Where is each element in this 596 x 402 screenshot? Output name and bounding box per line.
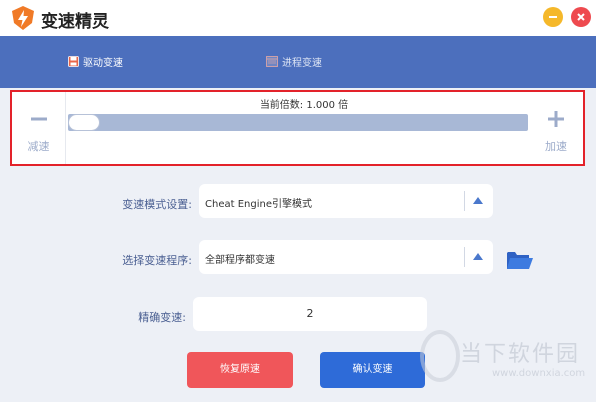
mode-select-divider — [464, 191, 465, 211]
triangle-up-icon[interactable] — [473, 253, 483, 260]
window-icon — [266, 56, 278, 67]
app-title: 变速精灵 — [41, 12, 109, 32]
decrease-label: 减速 — [27, 140, 50, 153]
mode-select-value: Cheat Engine引擎模式 — [205, 199, 312, 210]
nav-bar: 驱动变速 进程变速 — [0, 36, 596, 88]
minus-icon — [549, 16, 557, 18]
program-select[interactable]: 全部程序都变速 — [199, 240, 493, 274]
mode-label: 变速模式设置: — [122, 198, 192, 211]
tab-drive-speed[interactable]: 驱动变速 — [68, 54, 123, 69]
close-button[interactable] — [571, 7, 591, 27]
disk-icon — [68, 56, 79, 67]
program-select-divider — [464, 247, 465, 267]
lightning-shield-icon — [12, 6, 34, 30]
speed-panel: 减速 当前倍数: 1.000 倍 加速 — [10, 90, 585, 166]
watermark-title: 当下软件园 — [460, 342, 581, 367]
title-bar: 变速精灵 — [0, 0, 596, 36]
watermark-url: www.downxia.com — [492, 368, 586, 379]
tab-process-speed[interactable]: 进程变速 — [266, 54, 322, 69]
tab-process-label: 进程变速 — [282, 58, 322, 69]
tab-drive-label: 驱动变速 — [83, 58, 123, 69]
speed-slider-thumb[interactable] — [68, 114, 100, 131]
confirm-speed-button[interactable]: 确认变速 — [320, 352, 425, 388]
watermark-logo — [420, 330, 460, 382]
precise-label: 精确变速: — [138, 311, 186, 324]
increase-label: 加速 — [545, 140, 567, 153]
multiplier-readout: 当前倍数: 1.000 倍 — [259, 100, 349, 111]
restore-speed-button[interactable]: 恢复原速 — [187, 352, 293, 388]
watermark: 当下软件园 www.downxia.com — [420, 330, 590, 396]
precise-speed-input[interactable]: 2 — [193, 297, 427, 331]
increase-button[interactable]: 加速 — [529, 92, 583, 164]
minus-icon — [12, 108, 65, 132]
decrease-button[interactable]: 减速 — [12, 92, 66, 164]
minimize-button[interactable] — [543, 7, 563, 27]
triangle-up-icon[interactable] — [473, 197, 483, 204]
program-select-value: 全部程序都变速 — [205, 255, 275, 266]
speed-slider[interactable] — [68, 114, 528, 131]
plus-icon — [529, 108, 583, 132]
folder-icon[interactable] — [506, 249, 534, 271]
program-label: 选择变速程序: — [122, 254, 192, 267]
mode-select[interactable]: Cheat Engine引擎模式 — [199, 184, 493, 218]
close-icon — [577, 13, 585, 21]
